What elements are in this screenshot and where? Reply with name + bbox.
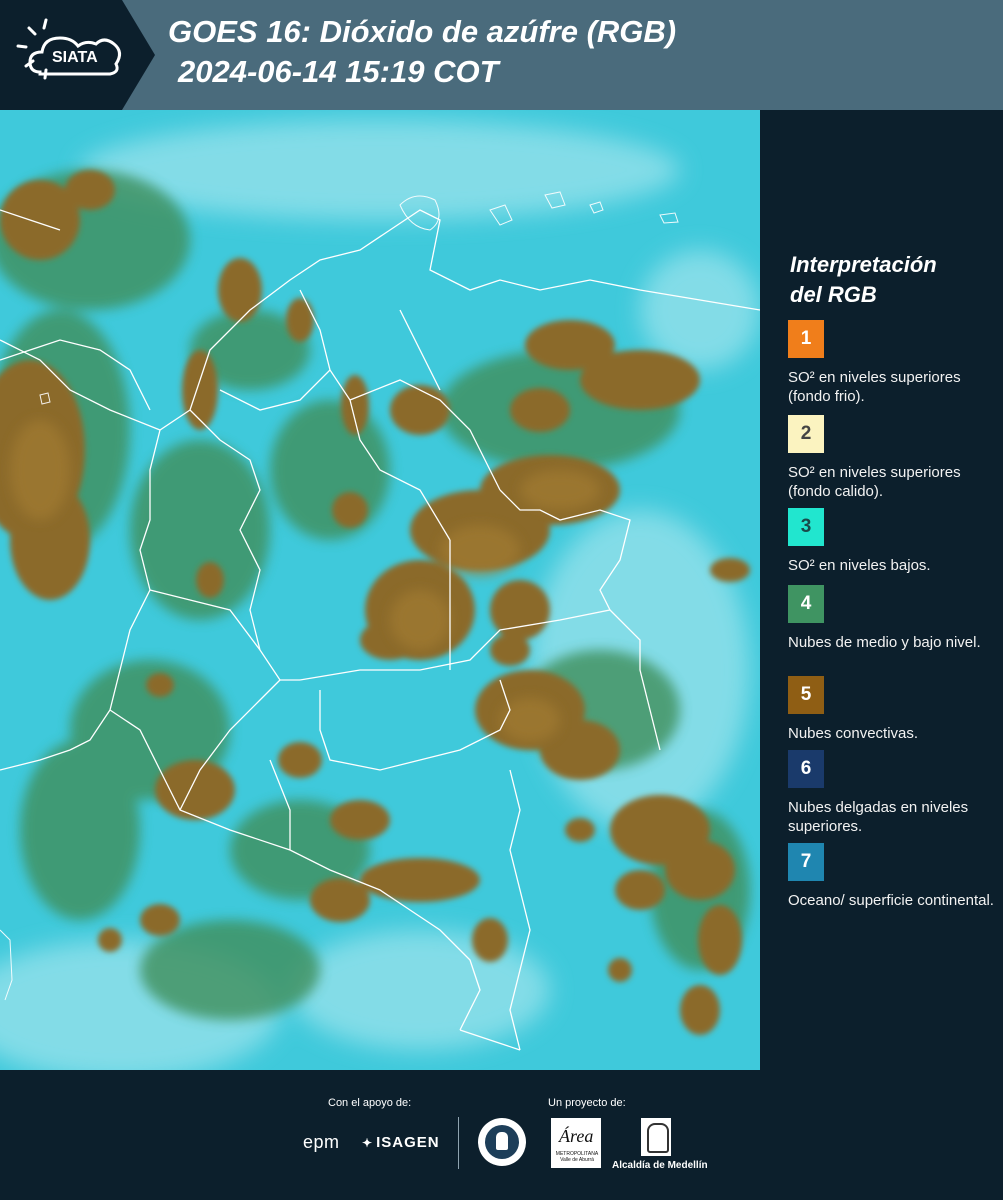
isagen-mark-icon: ✦ [362,1136,374,1150]
legend-item-4: 4 Nubes de medio y bajo nivel. [788,585,998,652]
legend-label-1: SO² en niveles superiores (fondo frio). [788,369,961,405]
legend-label-4: Nubes de medio y bajo nivel. [788,634,981,651]
legend-title-line1: Interpretación [790,252,937,277]
medellin-seal-icon [478,1118,526,1166]
legend-swatch-7: 7 [788,843,824,881]
legend-item-3: 3 SO² en niveles bajos. [788,508,998,575]
legend-swatch-1: 1 [788,320,824,358]
legend-swatch-5: 5 [788,676,824,714]
siata-logo: SIATA [0,0,155,110]
seal-emblem [485,1125,519,1159]
legend-item-2: 2 SO² en niveles superiores (fondo calid… [788,415,998,501]
legend-swatch-3: 3 [788,508,824,546]
page-title: GOES 16: Dióxido de azúfre (RGB) [168,14,677,49]
epm-logo: epm [303,1132,340,1152]
legend-swatch-2: 2 [788,415,824,453]
header: SIATA GOES 16: Dióxido de azúfre (RGB) 2… [0,0,1003,110]
isagen-logo: ✦ ISAGEN [362,1134,440,1151]
rgb-legend: Interpretación del RGB 1 SO² en niveles … [760,110,1003,1070]
legend-label-7: Oceano/ superficie continental. [788,892,994,909]
legend-swatch-6: 6 [788,750,824,788]
legend-item-1: 1 SO² en niveles superiores (fondo frio)… [788,320,998,406]
siata-logo-text: SIATA [52,49,98,66]
legend-swatch-4: 4 [788,585,824,623]
legend-item-7: 7 Oceano/ superficie continental. [788,843,998,910]
page-timestamp: 2024-06-14 15:19 COT [178,54,499,89]
area-logo-sub: METROPOLITANA Valle de Aburrá [555,1151,599,1163]
legend-title: Interpretación del RGB [790,250,990,310]
legend-label-2: SO² en niveles superiores (fondo calido)… [788,464,961,500]
legend-label-5: Nubes convectivas. [788,725,919,742]
alcaldia-shield-icon [641,1118,671,1156]
area-metropolitana-logo: Área METROPOLITANA Valle de Aburrá [551,1118,601,1168]
alcaldia-label: Alcaldía de Medellín [612,1160,708,1171]
satellite-map[interactable] [0,110,760,1070]
legend-title-line2: del RGB [790,282,877,307]
legend-item-5: 5 Nubes convectivas. [788,676,998,743]
area-logo-word: Área [559,1126,594,1146]
project-label: Un proyecto de: [548,1097,626,1109]
legend-label-3: SO² en niveles bajos. [788,557,931,574]
legend-item-6: 6 Nubes delgadas en niveles superiores. [788,750,998,836]
isagen-logo-text: ISAGEN [376,1134,440,1151]
footer: Con el apoyo de: Un proyecto de: epm ✦ IS… [0,1070,1003,1200]
footer-divider [458,1117,459,1169]
support-label: Con el apoyo de: [328,1097,412,1109]
legend-label-6: Nubes delgadas en niveles superiores. [788,799,969,835]
